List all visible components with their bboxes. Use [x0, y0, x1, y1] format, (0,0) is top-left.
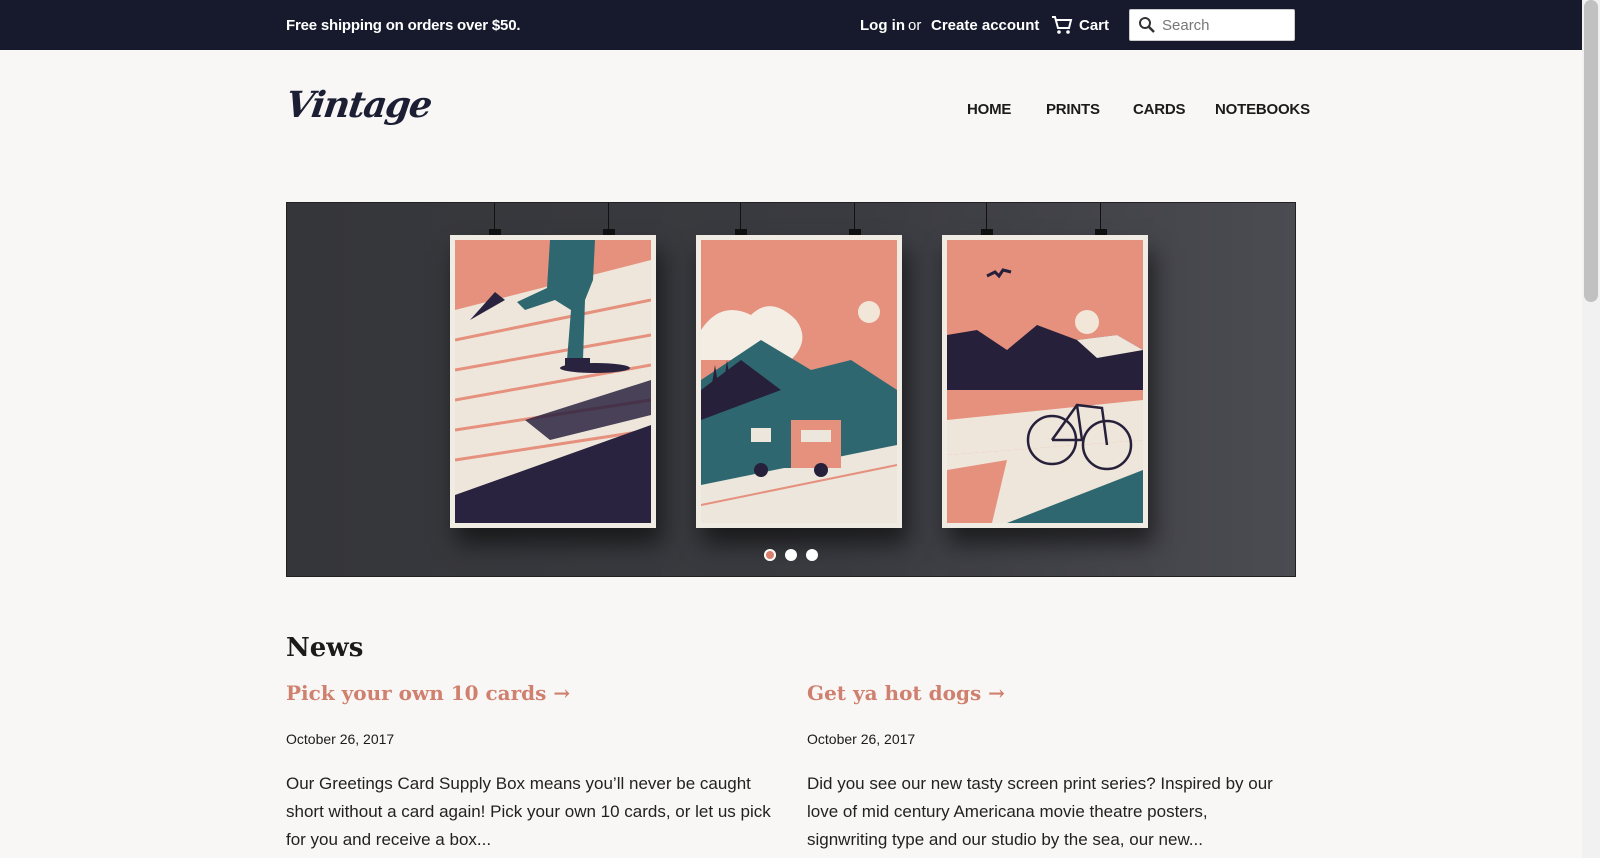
post-date-1: October 26, 2017 [286, 731, 395, 747]
slide-dot-3[interactable] [806, 549, 818, 561]
nav-home[interactable]: HOME [967, 101, 1011, 118]
slide-dot-2[interactable] [785, 549, 797, 561]
site-logo[interactable]: Vintage [283, 84, 434, 126]
post-date-2: October 26, 2017 [807, 731, 916, 747]
create-account-link[interactable]: Create account [931, 17, 1039, 34]
slide-dot-1[interactable] [764, 549, 776, 561]
news-heading: News [286, 633, 364, 663]
hero-slideshow[interactable] [286, 202, 1296, 577]
search-icon[interactable] [1138, 16, 1156, 34]
cart-link[interactable]: Cart [1079, 17, 1109, 34]
post-excerpt-1: Our Greetings Card Supply Box means you’… [286, 774, 771, 849]
post-title-1[interactable]: Pick your own 10 cards → [286, 681, 570, 705]
or-text: or [908, 17, 922, 34]
search-input[interactable] [1162, 14, 1288, 36]
poster-camper-van [696, 235, 902, 528]
announcement-bar: Free shipping on orders over $50. Log in… [0, 0, 1582, 50]
nav-cards[interactable]: CARDS [1133, 101, 1186, 118]
nav-prints[interactable]: PRINTS [1046, 101, 1100, 118]
poster-skateboarder [450, 235, 656, 528]
scrollbar-thumb[interactable] [1584, 0, 1598, 302]
nav-notebooks[interactable]: NOTEBOOKS [1215, 101, 1310, 118]
search-box[interactable] [1129, 9, 1295, 41]
post-excerpt-2: Did you see our new tasty screen print s… [807, 774, 1273, 849]
promo-text: Free shipping on orders over $50. [286, 17, 521, 34]
post-title-2[interactable]: Get ya hot dogs → [807, 681, 1005, 705]
login-link[interactable]: Log in [860, 17, 905, 34]
cart-icon[interactable] [1051, 15, 1073, 35]
poster-bicycle [942, 235, 1148, 528]
